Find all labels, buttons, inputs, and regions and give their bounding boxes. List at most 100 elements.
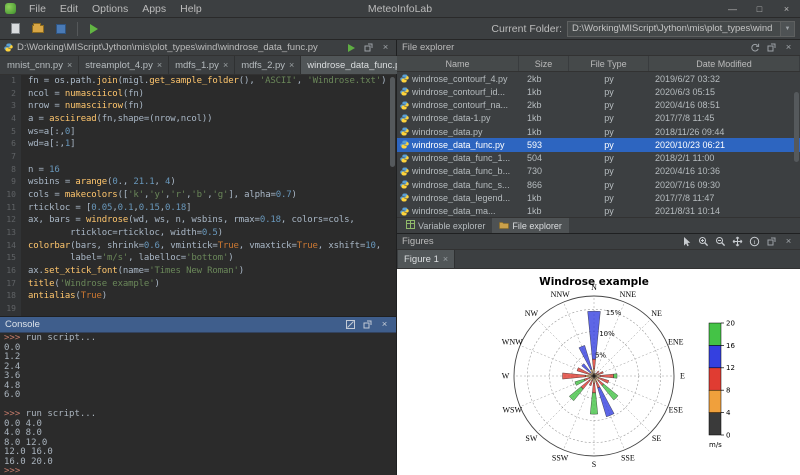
tab-variable-explorer[interactable]: Variable explorer [399,218,492,233]
file-date: 2020/4/16 08:51 [649,100,800,110]
column-header-name[interactable]: Name [397,56,519,71]
new-file-button[interactable] [5,20,25,38]
table-icon [406,220,415,231]
direction-label-WNW: WNW [502,338,523,347]
editor-panel-header: D:\Working\MIScript\Jython\mis\plot_type… [0,40,396,56]
float-panel-icon[interactable] [765,41,778,54]
clear-console-icon[interactable] [344,318,357,331]
menu-apps[interactable]: Apps [135,3,173,15]
file-size: 1kb [519,87,569,97]
current-folder-combobox[interactable]: D:\Working\MIScript\Jython\mis\plot_type… [567,21,795,37]
menu-edit[interactable]: Edit [53,3,85,15]
file-size: 1kb [519,127,569,137]
colorbar-segment [709,413,721,435]
figure-canvas[interactable]: Windrose example5%10%15%NNNENEENEEESESES… [397,269,800,475]
pan-icon[interactable] [731,235,744,248]
file-row[interactable]: windrose_data_func.py 593 py 2020/10/23 … [397,138,800,151]
close-icon[interactable]: × [289,60,294,70]
run-script-button[interactable] [84,20,104,38]
file-row[interactable]: windrose_data_legend... 1kb py 2017/7/8 … [397,191,800,204]
close-panel-icon[interactable]: × [378,318,391,331]
file-row[interactable]: windrose_contourf_na... 2kb py 2020/4/16… [397,99,800,112]
float-panel-icon[interactable] [361,318,374,331]
direction-label-SE: SE [652,434,661,443]
scrollbar-thumb[interactable] [794,92,799,162]
file-row[interactable]: windrose_data_func_b... 730 py 2020/4/16… [397,165,800,178]
editor-scrollbar[interactable] [389,75,396,316]
menu-help[interactable]: Help [173,3,209,15]
close-panel-icon[interactable]: × [379,41,392,54]
console-output[interactable]: >>> run script...0.01.22.43.64.86.0 >>> … [0,333,396,475]
line-number: 14 [0,240,21,253]
colorbar-tick-label: 16 [726,342,735,350]
open-file-button[interactable] [28,20,48,38]
file-date: 2017/7/8 11:45 [649,113,800,123]
save-button[interactable] [51,20,71,38]
float-panel-icon[interactable] [362,41,375,54]
file-row[interactable]: windrose_data.py 1kb py 2018/11/26 09:44 [397,125,800,138]
editor-tab-mnist_cnn-py[interactable]: mnist_cnn.py × [1,56,79,74]
run-file-icon[interactable] [348,44,355,52]
direction-label-W: W [502,372,510,381]
editor-tab-mdfs_1-py[interactable]: mdfs_1.py× [169,56,235,74]
file-row[interactable]: windrose_data_ma... 1kb py 2021/8/31 10:… [397,205,800,218]
line-number: 7 [0,151,21,164]
file-row[interactable]: windrose_data-1.py 1kb py 2017/7/8 11:45 [397,112,800,125]
colorbar-segment [709,368,721,390]
close-icon[interactable]: × [157,60,162,70]
file-type: py [569,206,649,216]
column-header-date-modified[interactable]: Date Modified [649,56,800,71]
file-row[interactable]: windrose_data_func_s... 866 py 2020/7/16… [397,178,800,191]
console-panel-header: Console × [0,317,396,333]
menu-file[interactable]: File [22,3,53,15]
chevron-down-icon[interactable]: ▼ [780,22,794,36]
figure-tab[interactable]: Figure 1 × [398,250,455,268]
file-row[interactable]: windrose_contourf_id... 1kb py 2020/6/3 … [397,85,800,98]
file-size: 593 [519,140,569,150]
float-panel-icon[interactable] [765,235,778,248]
console-line: 4.0 8.0 [4,429,392,439]
code-line: 15 label='m/s', labelloc='bottom') [0,252,396,265]
close-icon[interactable]: × [223,60,228,70]
editor-column: D:\Working\MIScript\Jython\mis\plot_type… [0,40,397,475]
console-line: >>> [4,467,392,475]
close-icon[interactable]: × [443,254,448,264]
file-explorer-header-icons: × [748,41,795,54]
identify-icon[interactable]: i [748,235,761,248]
direction-label-ESE: ESE [669,405,683,414]
close-button[interactable]: × [773,0,800,18]
refresh-icon[interactable] [748,41,761,54]
file-row[interactable]: windrose_data_func_1... 504 py 2018/2/1 … [397,152,800,165]
code-editor[interactable]: 1fn = os.path.join(migl.get_sample_folde… [0,75,396,316]
close-icon[interactable]: × [67,60,72,70]
zoom-in-icon[interactable] [697,235,710,248]
window-controls: — □ × [719,0,800,18]
line-number: 2 [0,88,21,101]
colorbar-tick-label: 4 [726,409,731,417]
file-list-scrollbar[interactable] [793,72,800,217]
editor-tab-mdfs_2-py[interactable]: mdfs_2.py× [235,56,301,74]
scrollbar-thumb[interactable] [390,77,395,167]
close-panel-icon[interactable]: × [782,235,795,248]
editor-tab-streamplot_4-py[interactable]: streamplot_4.py× [79,56,169,74]
tab-label: mnist_cnn.py [7,60,63,71]
code-line: 14colorbar(bars, shrink=0.6, vmintick=Tr… [0,240,396,253]
python-file-icon [4,43,13,52]
file-name: windrose_data_func.py [412,140,505,150]
menu-options[interactable]: Options [85,3,135,15]
file-row[interactable]: windrose_contourf_4.py 2kb py 2019/6/27 … [397,72,800,85]
line-number: 13 [0,227,21,240]
direction-label-SSE: SSE [621,453,635,462]
cursor-icon[interactable] [680,235,693,248]
minimize-button[interactable]: — [719,0,746,18]
column-header-size[interactable]: Size [519,56,569,71]
close-panel-icon[interactable]: × [782,41,795,54]
zoom-out-icon[interactable] [714,235,727,248]
tab-file-explorer[interactable]: File explorer [492,218,569,233]
line-number: 15 [0,252,21,265]
file-name: windrose_contourf_4.py [412,74,508,84]
radial-tick-label: 15% [606,309,622,317]
column-header-file-type[interactable]: File Type [569,56,649,71]
maximize-button[interactable]: □ [746,0,773,18]
radial-tick-label: 10% [599,330,615,338]
